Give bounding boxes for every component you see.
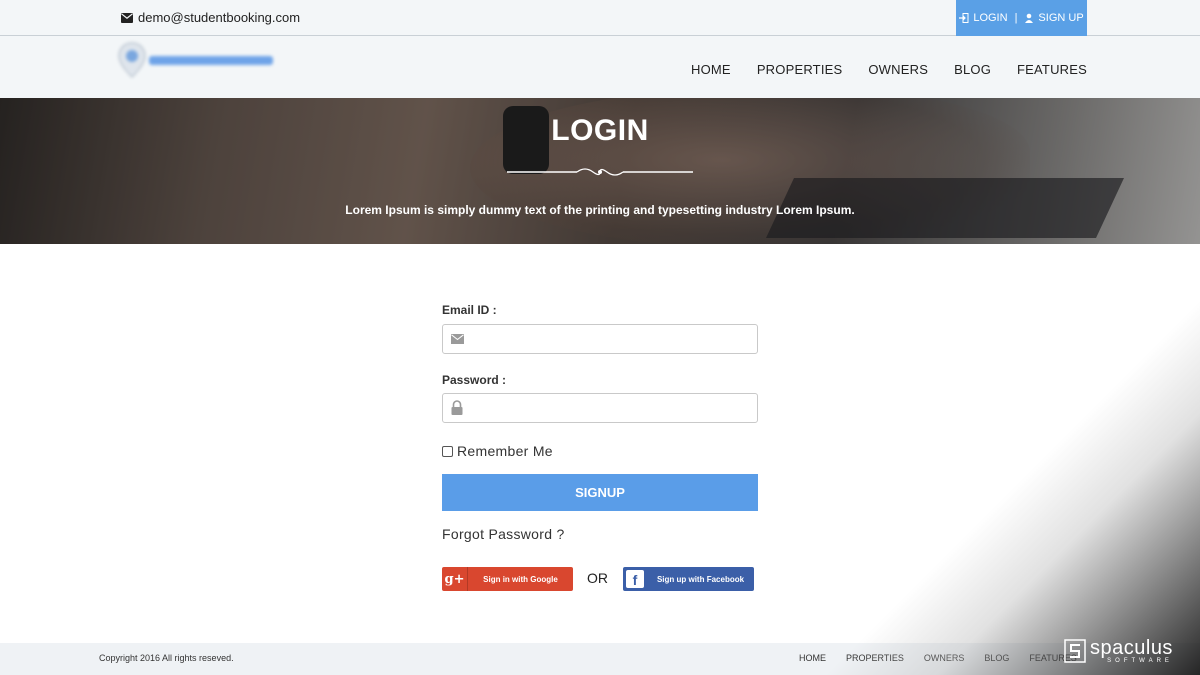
envelope-icon — [121, 12, 133, 23]
auth-links: LOGIN | SIGN UP — [956, 0, 1087, 36]
envelope-icon — [451, 334, 464, 344]
footer-link-properties[interactable]: PROPERTIES — [846, 653, 904, 663]
nav-owners[interactable]: OWNERS — [868, 62, 928, 77]
nav-blog[interactable]: BLOG — [954, 62, 991, 77]
nav-home[interactable]: HOME — [691, 62, 731, 77]
user-add-icon — [1025, 13, 1034, 23]
footer: Copyright 2016 All rights reseved. HOME … — [0, 643, 1200, 675]
nav-features[interactable]: FEATURES — [1017, 62, 1087, 77]
site-logo[interactable] — [113, 40, 278, 82]
brand-tagline: SOFTWARE — [1107, 658, 1173, 664]
page-subtitle: Lorem Ipsum is simply dummy text of the … — [345, 203, 855, 217]
page-title: LOGIN — [551, 114, 649, 147]
main-nav: HOME PROPERTIES OWNERS BLOG FEATURES — [691, 62, 1087, 77]
nav-properties[interactable]: PROPERTIES — [757, 62, 843, 77]
copyright-text: Copyright 2016 All rights reseved. — [99, 653, 234, 663]
logo-wordmark — [149, 56, 273, 65]
login-link[interactable]: LOGIN — [973, 12, 1007, 24]
footer-link-home[interactable]: HOME — [799, 653, 826, 663]
contact-email-text: demo@studentbooking.com — [138, 10, 301, 25]
hero-banner: LOGIN Lorem Ipsum is simply dummy text o… — [0, 98, 1200, 244]
remember-me-label: Remember Me — [457, 443, 553, 459]
facebook-signup-label: Sign up with Facebook — [656, 574, 745, 584]
footer-link-owners[interactable]: OWNERS — [924, 653, 965, 663]
signup-link[interactable]: SIGN UP — [1038, 12, 1083, 24]
email-field[interactable] — [471, 325, 751, 353]
facebook-signup-button[interactable]: f Sign up with Facebook — [623, 567, 754, 591]
spaculus-watermark: spaculus SOFTWARE — [1064, 636, 1194, 666]
or-separator: OR — [587, 570, 608, 586]
lock-icon — [451, 400, 463, 415]
login-icon — [959, 13, 969, 23]
email-field-wrapper — [442, 324, 758, 354]
contact-email[interactable]: demo@studentbooking.com — [121, 10, 300, 25]
google-signin-button[interactable]: g+ Sign in with Google — [442, 567, 573, 591]
brand-name: spaculus — [1090, 637, 1173, 659]
facebook-icon: f — [623, 567, 647, 591]
signup-button[interactable]: SIGNUP — [442, 474, 758, 511]
footer-nav: HOME PROPERTIES OWNERS BLOG FEATURES — [799, 653, 1077, 663]
social-login: g+ Sign in with Google OR f Sign up with… — [442, 567, 758, 591]
remember-me-checkbox[interactable] — [442, 445, 453, 457]
google-plus-icon: g+ — [442, 567, 468, 591]
main-navbar: HOME PROPERTIES OWNERS BLOG FEATURES — [0, 36, 1200, 98]
spaculus-logo-icon — [1064, 639, 1086, 663]
password-label: Password : — [442, 373, 507, 387]
top-bar: demo@studentbooking.com LOGIN | SIGN UP — [0, 0, 1200, 36]
google-signin-label: Sign in with Google — [483, 574, 558, 584]
map-pin-icon — [118, 42, 146, 78]
auth-separator: | — [1014, 12, 1018, 24]
divider-ornament-icon — [507, 168, 693, 176]
email-label: Email ID : — [442, 303, 497, 317]
footer-link-blog[interactable]: BLOG — [984, 653, 1009, 663]
remember-me[interactable]: Remember Me — [442, 443, 553, 459]
forgot-password-link[interactable]: Forgot Password ? — [442, 526, 565, 542]
password-field[interactable] — [471, 394, 751, 422]
password-field-wrapper — [442, 393, 758, 423]
spaculus-wordmark: spaculus SOFTWARE — [1090, 638, 1173, 664]
